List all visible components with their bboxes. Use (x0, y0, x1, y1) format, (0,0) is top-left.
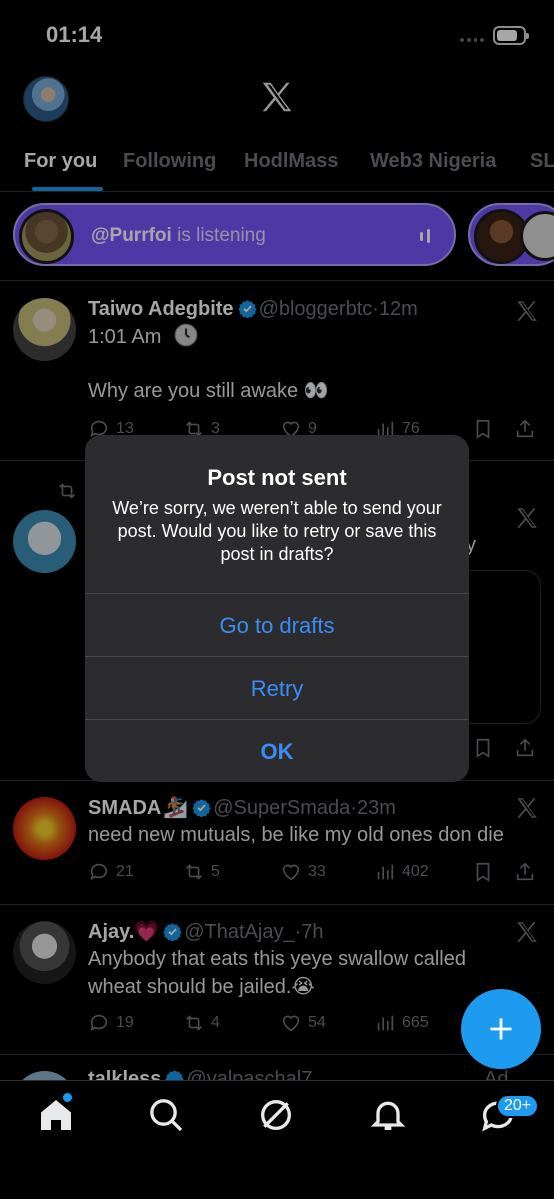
dialog-title: Post not sent (207, 465, 347, 490)
plus-icon (490, 1018, 512, 1040)
retry-button[interactable]: Retry (85, 656, 469, 719)
compose-button[interactable] (461, 989, 541, 1069)
post-not-sent-dialog: Post not sent We’re sorry, we weren’t ab… (85, 435, 469, 782)
search-icon[interactable] (146, 1095, 186, 1135)
bottom-navigation: 20+ (0, 1080, 554, 1199)
notifications-icon[interactable] (368, 1095, 408, 1135)
messages-badge: 20+ (496, 1094, 540, 1118)
home-notification-dot (63, 1093, 72, 1102)
go-to-drafts-button[interactable]: Go to drafts (85, 593, 469, 656)
dialog-message: We’re sorry, we weren’t able to send you… (112, 498, 442, 564)
ok-button[interactable]: OK (85, 719, 469, 782)
grok-icon[interactable] (256, 1095, 296, 1135)
